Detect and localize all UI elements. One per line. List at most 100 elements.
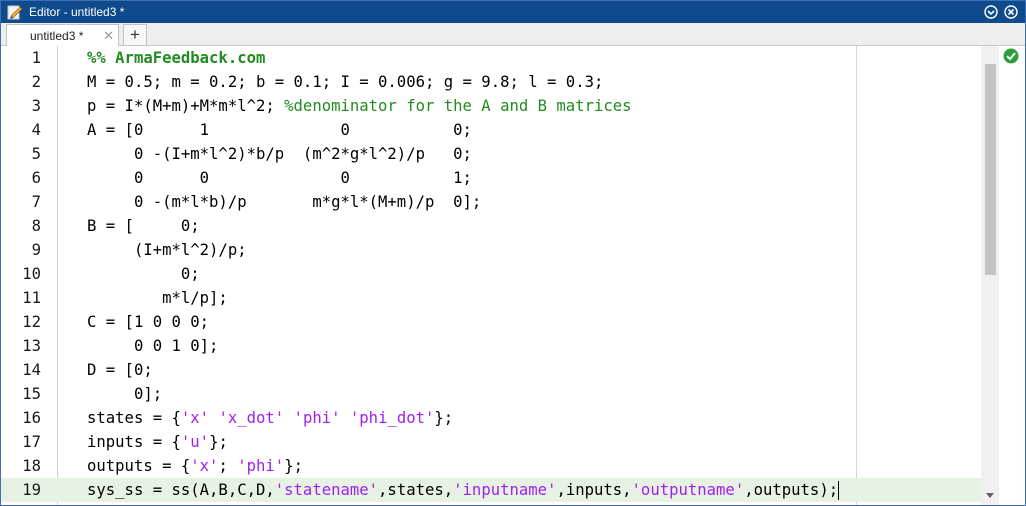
line-number: 14 — [22, 361, 41, 379]
code-line[interactable]: 11 m*l/p]; — [1, 286, 981, 310]
code-token: M = 0.5; m = 0.2; b = 0.1; I = 0.006; g … — [87, 73, 604, 91]
code-token-comment-bold: %% ArmaFeedback.com — [87, 49, 266, 67]
code-line[interactable]: 6 0 0 0 1; — [1, 166, 981, 190]
title-bar: Editor - untitled3 * — [1, 1, 1025, 23]
code-token-comment: %denominator for the A and B matrices — [284, 97, 632, 115]
line-number: 18 — [22, 457, 41, 475]
line-number: 7 — [31, 193, 41, 211]
line-number: 2 — [31, 73, 41, 91]
code-token-string: 'x' — [180, 409, 210, 427]
code-token-string: 'x' — [190, 457, 219, 475]
code-text[interactable]: %% ArmaFeedback.com — [87, 46, 265, 70]
close-circle-icon[interactable] — [1003, 4, 1019, 20]
code-token: sys_ss = ss(A,B,C,D, — [87, 481, 275, 499]
code-text[interactable]: C = [1 0 0 0; — [87, 310, 209, 334]
code-text[interactable]: 0]; — [87, 382, 162, 406]
code-token-string: 'phi' — [293, 409, 341, 427]
code-token: }; — [284, 457, 303, 475]
code-text[interactable]: sys_ss = ss(A,B,C,D,'statename',states,'… — [87, 478, 840, 502]
line-number: 6 — [31, 169, 41, 187]
code-token: outputs = { — [87, 457, 191, 475]
tab-untitled3[interactable]: untitled3 * ✕ — [6, 24, 119, 46]
code-token: ; — [218, 457, 238, 475]
editor-window: Editor - untitled3 * untitled3 * ✕ + 1%%… — [0, 0, 1026, 506]
code-token: C = [1 0 0 0; — [87, 313, 210, 331]
code-text[interactable]: states = {'x' 'x_dot' 'phi' 'phi_dot'}; — [87, 406, 453, 430]
check-circle-icon[interactable] — [1003, 48, 1019, 64]
code-analyzer-gutter — [999, 46, 1025, 505]
code-text[interactable]: B = [ 0; — [87, 214, 200, 238]
code-text[interactable]: 0 0 0 1; — [87, 166, 472, 190]
line-number: 3 — [31, 97, 41, 115]
code-text[interactable]: 0 -(m*l*b)/p m*g*l*(M+m)/p 0]; — [87, 190, 481, 214]
code-token: inputs = { — [87, 433, 181, 451]
tab-label: untitled3 * — [30, 28, 84, 43]
code-line[interactable]: 15 0]; — [1, 382, 981, 406]
code-token: D = [0; — [87, 361, 153, 379]
text-caret — [838, 481, 840, 500]
code-token: states = { — [87, 409, 181, 427]
line-number: 19 — [22, 481, 41, 499]
code-token: 0]; — [87, 385, 163, 403]
code-token: A = [0 1 0 0; — [87, 121, 472, 139]
editor-pen-icon — [7, 4, 23, 20]
code-line[interactable]: 1 %% ArmaFeedback.com — [1, 46, 981, 70]
line-number: 16 — [22, 409, 41, 427]
code-line[interactable]: 13 0 0 1 0]; — [1, 334, 981, 358]
line-number: 15 — [22, 385, 41, 403]
code-token: 0; — [87, 265, 200, 283]
code-line[interactable]: 5 0 -(I+m*l^2)*b/p (m^2*g*l^2)/p 0; — [1, 142, 981, 166]
line-number: 4 — [31, 121, 41, 139]
line-number: 17 — [22, 433, 41, 451]
code-token: ,states, — [378, 481, 454, 499]
code-token-string: 'x_dot' — [218, 409, 285, 427]
code-line[interactable]: 3 p = I*(M+m)+M*m*l^2; %denominator for t… — [1, 94, 981, 118]
code-text[interactable]: outputs = {'x'; 'phi'}; — [87, 454, 303, 478]
code-line[interactable]: 12 C = [1 0 0 0; — [1, 310, 981, 334]
code-line[interactable]: 7 0 -(m*l*b)/p m*g*l*(M+m)/p 0]; — [1, 190, 981, 214]
code-token: 0 0 0 1; — [87, 169, 472, 187]
close-icon[interactable]: ✕ — [103, 28, 114, 44]
scroll-down-arrow-icon[interactable] — [985, 492, 995, 500]
code-line[interactable]: 9 (I+m*l^2)/p; — [1, 238, 981, 262]
code-token-string: 'inputname' — [453, 481, 557, 499]
code-text[interactable]: (I+m*l^2)/p; — [87, 238, 247, 262]
code-token-string: 'phi' — [237, 457, 285, 475]
code-line[interactable]: 8 B = [ 0; — [1, 214, 981, 238]
code-text[interactable]: inputs = {'u'}; — [87, 430, 228, 454]
code-text[interactable]: A = [0 1 0 0; — [87, 118, 472, 142]
code-text[interactable]: M = 0.5; m = 0.2; b = 0.1; I = 0.006; g … — [87, 70, 603, 94]
line-number: 10 — [22, 265, 41, 283]
code-text[interactable]: 0 -(I+m*l^2)*b/p (m^2*g*l^2)/p 0; — [87, 142, 472, 166]
code-text[interactable]: D = [0; — [87, 358, 153, 382]
code-token-string: 'outputname' — [631, 481, 745, 499]
code-token: 0 -(m*l*b)/p m*g*l*(M+m)/p 0]; — [87, 193, 482, 211]
plus-icon: + — [130, 25, 140, 44]
line-number: 9 — [31, 241, 41, 259]
code-line[interactable]: 14 D = [0; — [1, 358, 981, 382]
code-text[interactable]: 0; — [87, 262, 200, 286]
code-token-string: 'phi_dot' — [349, 409, 435, 427]
vertical-scrollbar[interactable] — [981, 46, 999, 505]
code-text[interactable]: p = I*(M+m)+M*m*l^2; %denominator for th… — [87, 94, 632, 118]
code-line[interactable]: 17 inputs = {'u'}; — [1, 430, 981, 454]
line-number: 1 — [31, 49, 41, 67]
chevron-down-circle-icon[interactable] — [983, 4, 999, 20]
code-token: }; — [209, 433, 228, 451]
code-text[interactable]: m*l/p]; — [87, 286, 228, 310]
code-editor[interactable]: 1 %% ArmaFeedback.com 2 M = 0.5; m = 0.2; b… — [1, 46, 1025, 505]
line-number: 5 — [31, 145, 41, 163]
line-number: 8 — [31, 217, 41, 235]
scrollbar-thumb[interactable] — [985, 64, 996, 275]
code-line[interactable]: 18 outputs = {'x'; 'phi'}; — [1, 454, 981, 478]
code-token: 0 0 1 0]; — [87, 337, 219, 355]
code-line[interactable]: 10 0; — [1, 262, 981, 286]
code-token: (I+m*l^2)/p; — [87, 241, 247, 259]
add-tab-button[interactable]: + — [123, 24, 147, 46]
code-line[interactable]: 4 A = [0 1 0 0; — [1, 118, 981, 142]
code-line-current[interactable]: 19 sys_ss = ss(A,B,C,D,'statename',states… — [1, 478, 981, 502]
code-line[interactable]: 16 states = {'x' 'x_dot' 'phi' 'phi_dot'}… — [1, 406, 981, 430]
code-line[interactable]: 2 M = 0.5; m = 0.2; b = 0.1; I = 0.006; g… — [1, 70, 981, 94]
code-text[interactable]: 0 0 1 0]; — [87, 334, 219, 358]
